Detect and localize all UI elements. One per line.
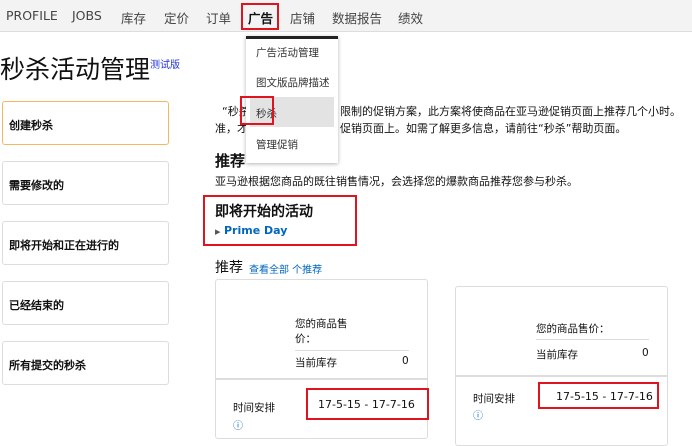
- recommend-heading: 推荐: [215, 152, 246, 170]
- nav-jobs[interactable]: JOBS: [72, 8, 102, 23]
- product-image: [231, 292, 281, 342]
- caret-right-icon: ▸: [215, 225, 221, 238]
- recs-heading: 推荐: [215, 260, 243, 276]
- sidebar-item-needs-edit[interactable]: 需要修改的: [2, 161, 169, 205]
- schedule-value: 17-5-15 - 17-7-16: [556, 390, 653, 403]
- recommendation-card: 您的商品售价： 当前库存 0 时间安排 ⓘ 17-5-15 - 17-7-16: [215, 279, 429, 439]
- schedule-label: 时间安排: [473, 393, 515, 405]
- beta-badge: 测试版: [150, 60, 180, 71]
- stock-value: 0: [642, 347, 649, 359]
- product-image: [471, 301, 521, 351]
- highlight-box: [241, 3, 279, 30]
- nav-stores[interactable]: 店铺: [290, 8, 315, 27]
- stock-value: 0: [402, 355, 409, 367]
- menu-item-brand-content[interactable]: 图文版品牌描述: [256, 75, 330, 90]
- prime-day-link[interactable]: Prime Day: [224, 224, 287, 237]
- recommend-text: 亚马逊根据您商品的既往销售情况，会选择您的爆款商品推荐您参与秒杀。: [215, 175, 578, 188]
- stock-label: 当前库存: [536, 349, 578, 361]
- nav-performance[interactable]: 绩效: [398, 8, 423, 27]
- nav-orders[interactable]: 订单: [206, 8, 231, 27]
- stock-label: 当前库存: [295, 357, 337, 369]
- schedule-value: 17-5-15 - 17-7-16: [318, 398, 415, 411]
- price-label: 您的商品售价：: [295, 318, 348, 345]
- view-all-link[interactable]: 查看全部 个推荐: [249, 261, 322, 276]
- menu-item-campaign-manager[interactable]: 广告活动管理: [256, 45, 319, 60]
- sidebar-item-ended[interactable]: 已经结束的: [2, 281, 169, 325]
- info-icon[interactable]: ⓘ: [233, 417, 243, 432]
- intro-line2-end: 促销页面上。如需了解更多信息，请前往“秒杀”帮助页面。: [340, 122, 627, 135]
- nav-inventory[interactable]: 库存: [121, 8, 146, 27]
- price-label: 您的商品售价：: [536, 323, 610, 335]
- sidebar-item-create[interactable]: 创建秒杀: [2, 101, 169, 145]
- top-nav: PROFILE JOBS 库存 定价 订单 广告 店铺 数据报告 绩效: [0, 0, 692, 32]
- schedule-label: 时间安排: [233, 402, 275, 414]
- nav-pricing[interactable]: 定价: [164, 8, 189, 27]
- info-icon[interactable]: ⓘ: [473, 407, 483, 422]
- nav-reports[interactable]: 数据报告: [332, 8, 382, 27]
- sidebar-item-all[interactable]: 所有提交的秒杀: [2, 341, 169, 385]
- intro-line1-end: 限制的促销方案，此方案将使商品在亚马逊促销页面上推荐几个小时。: [340, 105, 681, 118]
- menu-item-manage-promotions[interactable]: 管理促销: [256, 137, 298, 152]
- sidebar-item-upcoming[interactable]: 即将开始和正在进行的: [2, 221, 169, 265]
- highlight-box: [240, 96, 274, 125]
- page-title: 秒杀活动管理: [0, 55, 151, 84]
- upcoming-heading: 即将开始的活动: [215, 204, 313, 220]
- nav-profile[interactable]: PROFILE: [6, 8, 58, 23]
- recommendation-card: 您的商品售价： 当前库存 0 时间安排 ⓘ 17-5-15 - 17-7-16: [455, 286, 668, 446]
